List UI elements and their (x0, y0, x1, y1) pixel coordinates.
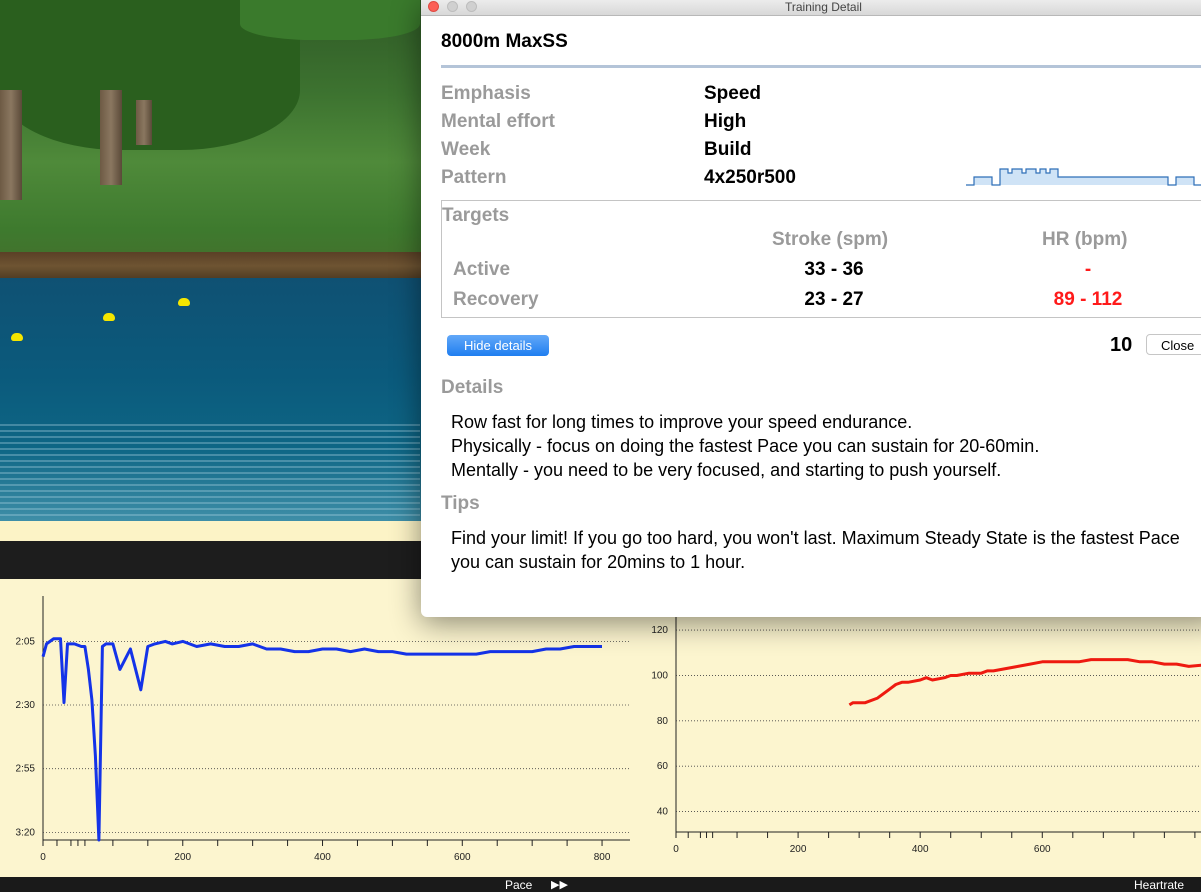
fast-forward-icon[interactable]: ▶▶ (551, 878, 568, 891)
y-tick-label: 80 (657, 716, 669, 727)
stroke-column-header: Stroke (spm) (772, 229, 889, 250)
series-line (848, 658, 1201, 707)
tree-canopy (240, 0, 420, 40)
pace-chart: 2:05 2:30 2:55 3:20 0 200 400 600 800 (16, 596, 630, 863)
window-title: Training Detail (785, 0, 862, 14)
close-button[interactable]: Close (1146, 334, 1201, 355)
details-line: Row fast for long times to improve your … (451, 412, 913, 432)
details-heading: Details (441, 377, 504, 398)
recovery-stroke-value: 23 - 27 (804, 289, 864, 310)
tree-trunk (136, 100, 152, 145)
buoy (11, 333, 23, 341)
pattern-profile-graphic (966, 168, 1201, 186)
details-line: Mentally - you need to be very focused, … (451, 460, 1002, 480)
details-text: Row fast for long times to improve your … (451, 410, 1201, 482)
active-stroke-value: 33 - 36 (804, 259, 864, 280)
workout-count: 10 (1110, 334, 1133, 356)
active-hr-value: - (1084, 259, 1092, 280)
window-titlebar: Training Detail (421, 0, 1201, 16)
x-tick-label: 0 (673, 844, 679, 855)
mental-effort-value: High (704, 111, 747, 132)
targets-heading: Targets (442, 205, 510, 226)
emphasis-value: Speed (704, 83, 762, 104)
hide-details-button[interactable]: Hide details (447, 335, 549, 356)
pattern-label: Pattern (441, 167, 507, 188)
recovery-hr-value: 89 - 112 (1053, 289, 1123, 310)
x-tick-label: 400 (912, 844, 929, 855)
tips-text: Find your limit! If you go too hard, you… (451, 528, 1180, 572)
heartrate-chart: 40 60 80 100 120 0 200 400 600 (651, 596, 1201, 855)
tips-heading: Tips (441, 493, 480, 514)
week-label: Week (441, 139, 491, 160)
y-tick-label: 2:05 (16, 636, 36, 647)
x-tick-label: 400 (314, 852, 331, 863)
x-tick-label: 600 (454, 852, 471, 863)
details-line: Physically - focus on doing the fastest … (451, 436, 1040, 456)
buoy (103, 313, 115, 321)
active-row-label: Active (453, 259, 511, 280)
charts-panel: 2:05 2:30 2:55 3:20 0 200 400 600 800 40 60 80 100 1… (0, 579, 1201, 877)
x-tick-label: 800 (594, 852, 611, 863)
minimize-window-icon[interactable] (447, 1, 458, 12)
week-value: Build (704, 139, 752, 160)
y-tick-label: 120 (651, 625, 668, 636)
targets-panel: Targets Stroke (spm) HR (bpm) Active 33 … (441, 200, 1201, 318)
x-tick-label: 200 (174, 852, 191, 863)
pace-chart-tab[interactable]: Pace (505, 878, 532, 892)
heartrate-chart-tab[interactable]: Heartrate (1134, 878, 1184, 892)
y-tick-label: 100 (651, 670, 668, 681)
recovery-row-label: Recovery (453, 289, 539, 310)
close-window-icon[interactable] (428, 1, 439, 12)
tree-trunk (0, 90, 22, 200)
buoy (178, 298, 190, 306)
y-tick-label: 2:30 (16, 700, 36, 711)
training-detail-dialog: Training Detail 8000m MaxSS Emphasis Spe… (421, 0, 1201, 617)
emphasis-label: Emphasis (441, 83, 531, 104)
series-line (41, 637, 602, 842)
x-tick-label: 0 (40, 852, 46, 863)
tree-trunk (100, 90, 122, 185)
y-tick-label: 60 (657, 761, 669, 772)
x-tick-label: 200 (790, 844, 807, 855)
pattern-value: 4x250r500 (704, 167, 796, 188)
chart-toolbar: Pace ▶▶ Heartrate (0, 877, 1201, 892)
workout-title: 8000m MaxSS (441, 31, 568, 52)
x-tick-label: 600 (1034, 844, 1051, 855)
title-divider (441, 65, 1201, 68)
hr-column-header: HR (bpm) (1042, 229, 1128, 250)
water-reflection (0, 420, 420, 520)
y-tick-label: 40 (657, 807, 669, 818)
y-tick-label: 2:55 (16, 764, 36, 775)
y-tick-label: 3:20 (16, 827, 36, 838)
mental-effort-label: Mental effort (441, 111, 555, 132)
zoom-window-icon[interactable] (466, 1, 477, 12)
